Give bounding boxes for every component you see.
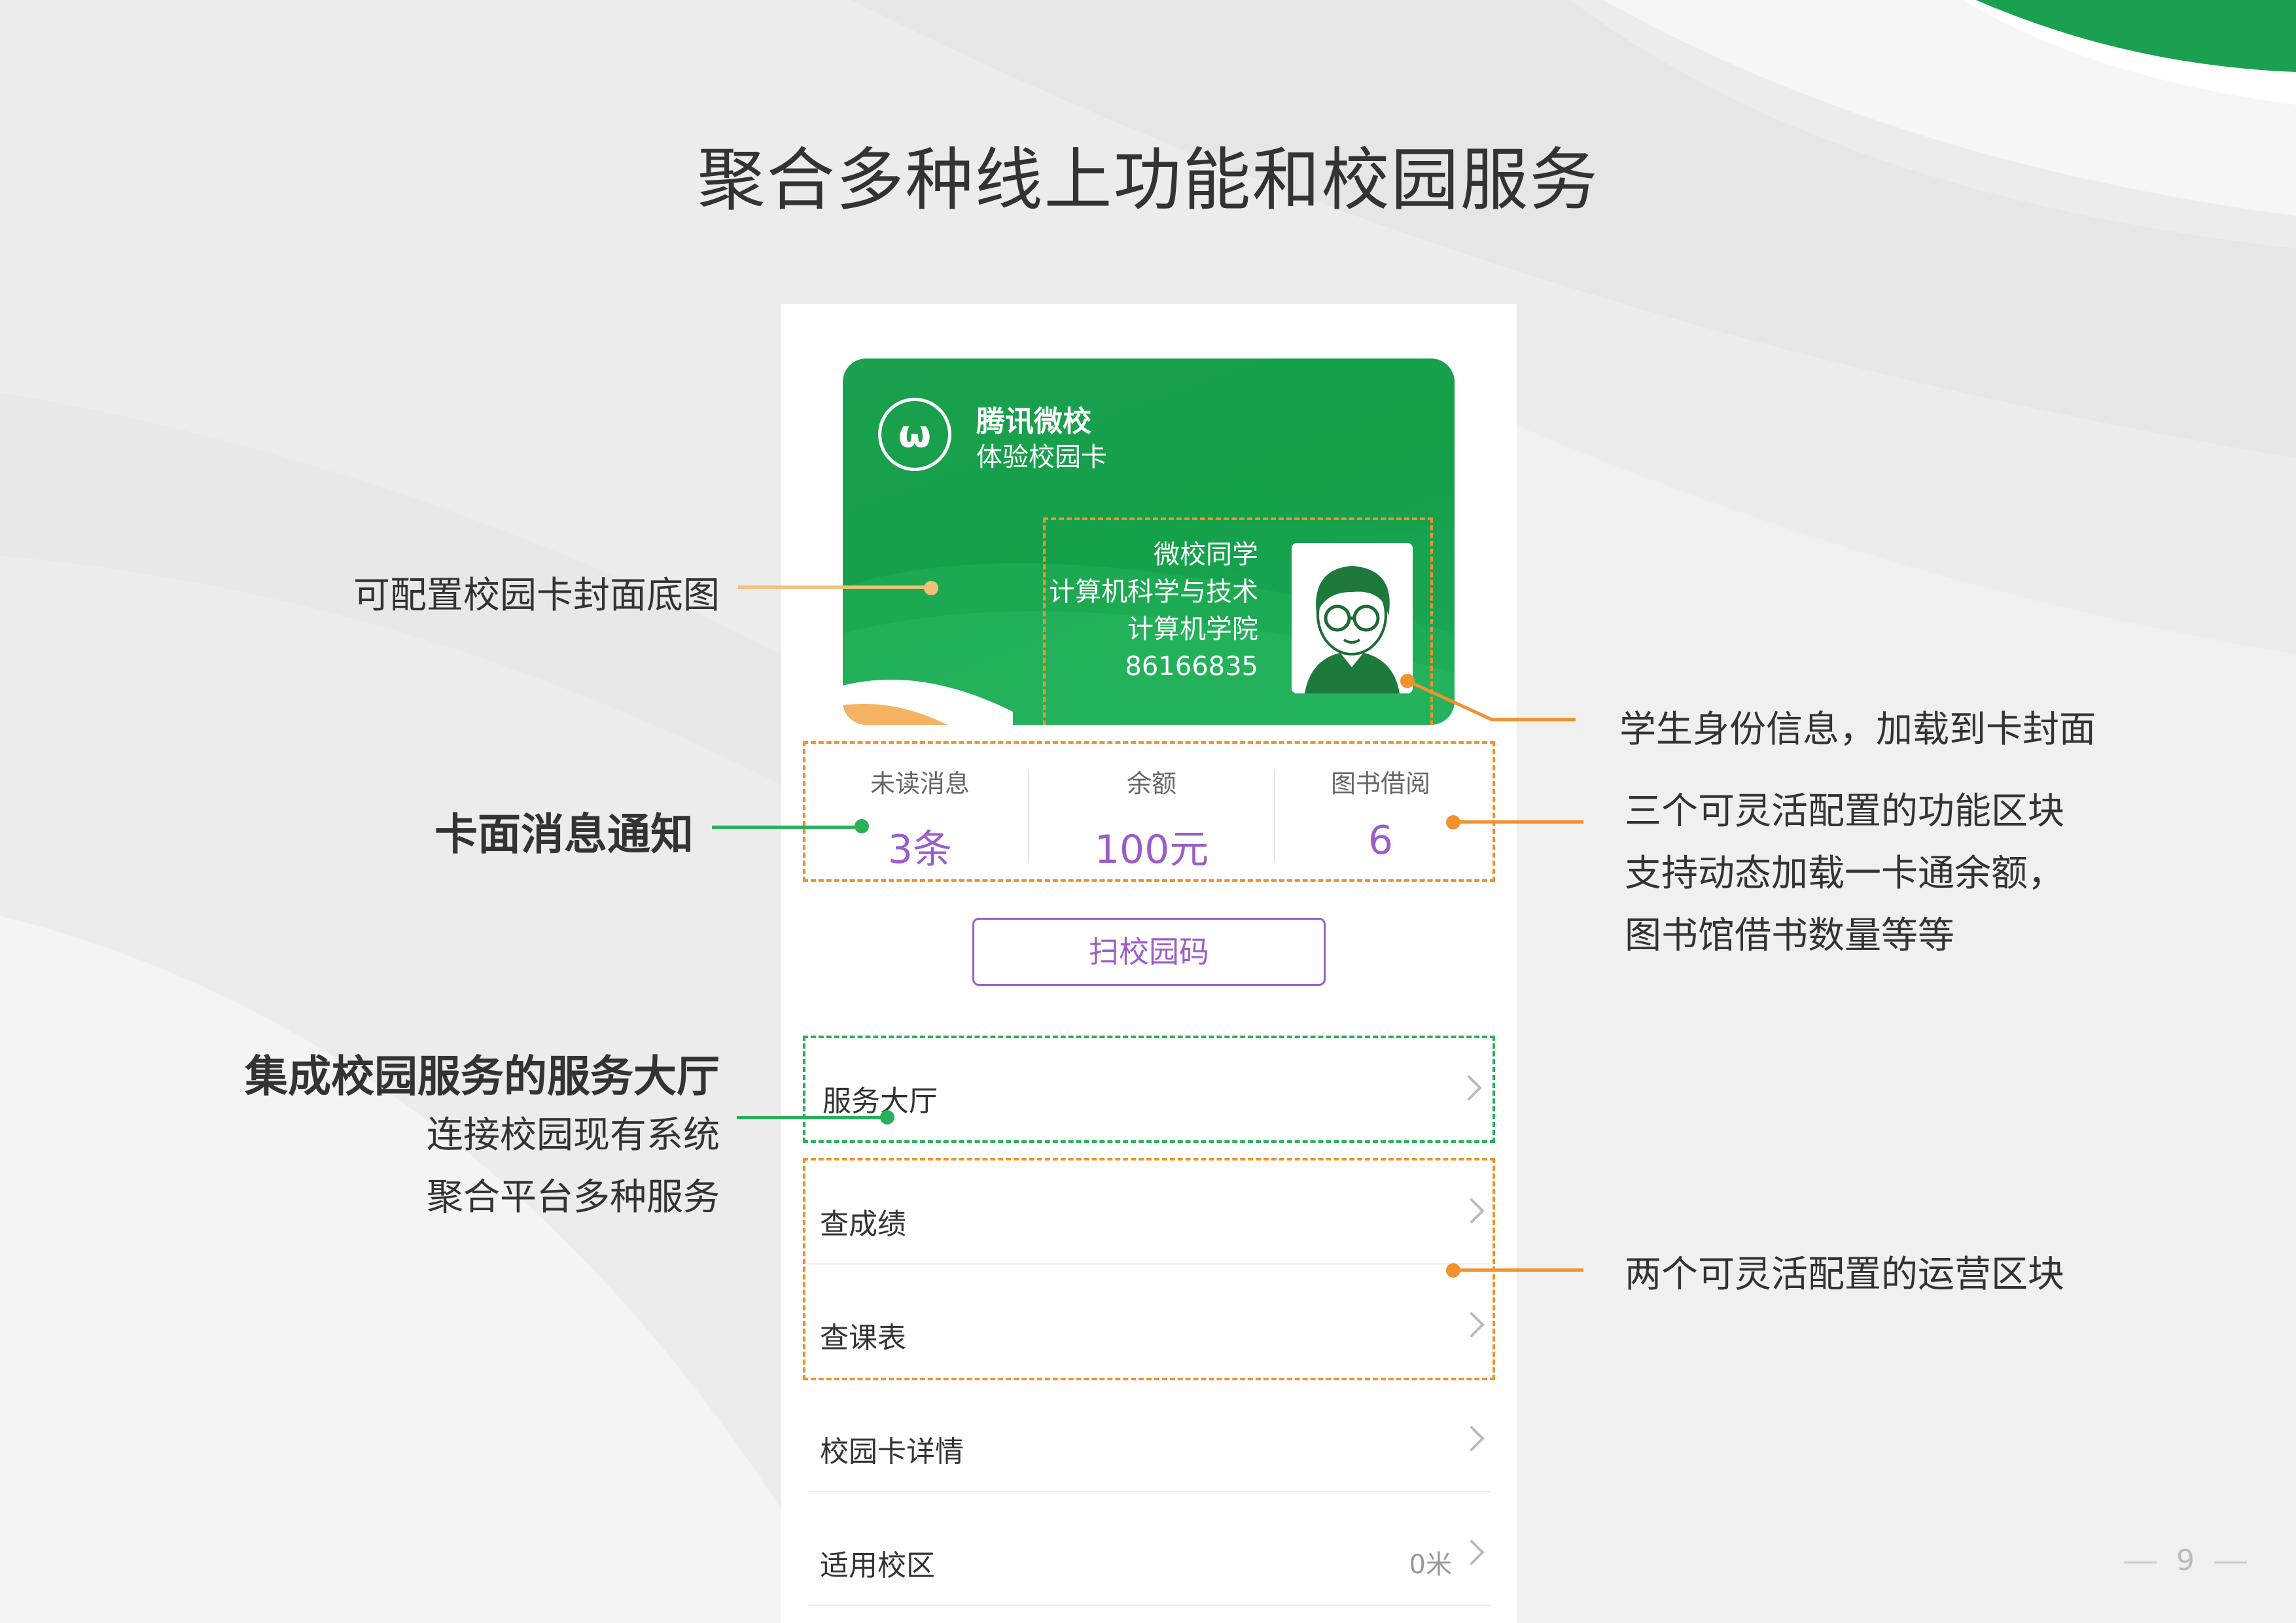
page-number: 9 [2104, 1544, 2267, 1577]
divider [807, 1605, 1491, 1606]
annotation-dot [855, 819, 869, 833]
stat-library[interactable]: 图书借阅 6 [1266, 744, 1495, 864]
annotation-line [737, 1116, 887, 1119]
scan-campus-code-button[interactable]: 扫校园码 [972, 918, 1326, 986]
card-subtitle: 体验校园卡 [976, 442, 1107, 472]
function-blocks: 未读消息 3条 余额 100元 图书借阅 6 [803, 741, 1495, 882]
annotation-identity: 学生身份信息，加载到卡封面 [1619, 708, 2096, 751]
page-title: 聚合多种线上功能和校园服务 [697, 140, 1599, 220]
stat-label: 未读消息 [870, 769, 970, 798]
annotation-dot [880, 1110, 894, 1125]
stat-label: 余额 [1126, 769, 1176, 798]
menu-item-service-hall[interactable]: 服务大厅 [803, 1036, 1495, 1143]
chevron-right-icon [1456, 1075, 1482, 1101]
annotation-line [1453, 820, 1583, 824]
stat-label: 图书借阅 [1330, 769, 1430, 798]
menu-item-label: 查成绩 [820, 1208, 906, 1241]
divider [2124, 1561, 2157, 1563]
annotation-line [1400, 674, 1576, 722]
annotation-service-hall-line2: 聚合平台多种服务 [427, 1176, 720, 1219]
menu-item-label: 服务大厅 [822, 1085, 938, 1118]
distance-value: 0米 [1409, 1550, 1452, 1580]
menu-item-card-details[interactable]: 校园卡详情 [803, 1389, 1495, 1501]
identity-highlight-box [1043, 517, 1433, 725]
menu-item-grades[interactable]: 查成绩 [803, 1161, 1495, 1274]
campus-card[interactable]: ω 腾讯微校 体验校园卡 微校同学 计算机科学与技术 计算机学院 8616683… [843, 358, 1455, 725]
divider [2214, 1561, 2247, 1563]
menu-item-campus[interactable]: 适用校区 0米 [803, 1503, 1495, 1615]
annotation-notice: 卡面消息通知 [434, 809, 694, 860]
annotation-blocks-line3: 图书馆借书数量等等 [1625, 915, 1954, 957]
chevron-right-icon [1458, 1539, 1485, 1565]
annotation-cover: 可配置校园卡封面底图 [353, 574, 720, 617]
divider [807, 1263, 1491, 1265]
stat-unread[interactable]: 未读消息 3条 [805, 744, 1034, 875]
annotation-service-hall-line1: 连接校园现有系统 [427, 1114, 720, 1157]
weixiao-logo: ω [878, 398, 951, 471]
stat-balance[interactable]: 余额 100元 [1037, 744, 1266, 875]
chevron-right-icon [1458, 1425, 1485, 1452]
annotation-dot [924, 581, 938, 595]
divider [807, 1491, 1491, 1492]
annotation-blocks-line1: 三个可灵活配置的功能区块 [1625, 790, 2064, 833]
menu-item-schedule[interactable]: 查课表 [803, 1275, 1495, 1387]
annotation-service-hall-title: 集成校园服务的服务大厅 [245, 1051, 720, 1102]
phone-screen: ω 腾讯微校 体验校园卡 微校同学 计算机科学与技术 计算机学院 8616683… [781, 304, 1517, 1623]
chevron-right-icon [1458, 1312, 1485, 1338]
annotation-line [712, 826, 861, 829]
page-number-text: 9 [2176, 1544, 2195, 1577]
stat-value: 6 [1368, 818, 1394, 864]
menu-item-label: 校园卡详情 [820, 1435, 964, 1469]
card-brand: 腾讯微校 [976, 405, 1091, 438]
annotation-line [1453, 1268, 1583, 1272]
menu-item-label: 查课表 [820, 1321, 906, 1355]
annotation-blocks-line2: 支持动态加载一卡通余额， [1625, 852, 2064, 895]
chevron-right-icon [1458, 1198, 1485, 1224]
divider [1028, 770, 1029, 862]
annotation-line [738, 585, 928, 589]
annotation-ops: 两个可灵活配置的运营区块 [1625, 1253, 2064, 1296]
menu-item-label: 适用校区 [820, 1549, 935, 1582]
stat-value: 100元 [1094, 827, 1209, 873]
